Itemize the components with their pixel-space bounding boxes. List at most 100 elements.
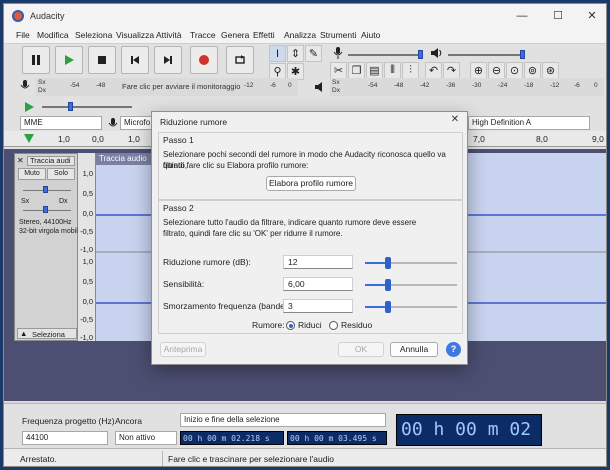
menu-file[interactable]: File bbox=[16, 30, 30, 40]
microphone-icon bbox=[333, 47, 343, 59]
play-speed-slider[interactable] bbox=[42, 106, 132, 108]
skip-end-button[interactable] bbox=[154, 46, 182, 74]
sensitivity-slider[interactable] bbox=[365, 279, 457, 291]
fit-selection-button[interactable]: ⊙ bbox=[506, 62, 523, 79]
meter-tick: -54 bbox=[70, 82, 80, 89]
menu-tracce[interactable]: Tracce bbox=[190, 30, 216, 40]
redo-button[interactable]: ↷ bbox=[443, 62, 460, 79]
reduce-radio[interactable] bbox=[286, 321, 295, 330]
menu-visualizza[interactable]: Visualizza bbox=[116, 30, 154, 40]
paste-button[interactable]: ▤ bbox=[366, 62, 383, 79]
cancel-button[interactable]: Annulla bbox=[390, 342, 438, 357]
residue-radio[interactable] bbox=[329, 321, 338, 330]
audio-position-display[interactable]: 00 h 00 m 02 s bbox=[396, 414, 542, 466]
record-meter[interactable]: Sx Dx -54 -48 Fare clic per avviare il m… bbox=[36, 78, 298, 96]
fit-project-icon: ⊚ bbox=[527, 65, 538, 77]
playback-volume-slider[interactable] bbox=[448, 54, 524, 56]
reduction-slider[interactable] bbox=[365, 257, 457, 269]
zoom-out-button[interactable]: ⊖ bbox=[488, 62, 505, 79]
menu-analizza[interactable]: Analizza bbox=[284, 30, 316, 40]
smoothing-input[interactable]: 3 bbox=[283, 299, 353, 313]
meter-tick: -12 bbox=[550, 82, 560, 89]
reduction-input[interactable]: 12 bbox=[283, 255, 353, 269]
clip-title[interactable]: Traccia audio bbox=[96, 153, 156, 165]
step2-group: Passo 2 Selezionare tutto l'audio da fil… bbox=[158, 200, 463, 334]
audio-host-select[interactable]: MME bbox=[20, 116, 102, 130]
vruler-label: 0,5 bbox=[82, 189, 93, 198]
sensitivity-input[interactable]: 6,00 bbox=[283, 277, 353, 291]
device-mic-icon bbox=[108, 118, 118, 127]
menu-attivita[interactable]: Attività bbox=[156, 30, 182, 40]
meter-tick: -42 bbox=[420, 82, 430, 89]
draw-tool[interactable]: ✎ bbox=[305, 45, 322, 62]
selection-tool[interactable]: I bbox=[269, 45, 286, 62]
preview-button[interactable]: Anteprima bbox=[160, 342, 206, 357]
menu-aiuto[interactable]: Aiuto bbox=[361, 30, 380, 40]
menu-seleziona[interactable]: Seleziona bbox=[75, 30, 112, 40]
meter-tick: -48 bbox=[394, 82, 404, 89]
play-at-speed-button[interactable] bbox=[20, 98, 37, 115]
dialog-close-button[interactable]: ✕ bbox=[447, 114, 463, 128]
meter-tick: 0 bbox=[288, 82, 292, 89]
meter-tick: -6 bbox=[270, 82, 276, 89]
track-pan-thumb[interactable] bbox=[43, 206, 48, 213]
sensitivity-slider-thumb[interactable] bbox=[385, 279, 391, 291]
collapse-arrow-icon: ▲ bbox=[20, 329, 28, 338]
menu-modifica[interactable]: Modifica bbox=[37, 30, 69, 40]
sensitivity-label: Sensibilità: bbox=[163, 279, 205, 289]
maximize-button[interactable]: ☐ bbox=[548, 8, 568, 24]
get-noise-profile-button[interactable]: Elabora profilo rumore bbox=[266, 176, 356, 191]
play-button[interactable] bbox=[55, 46, 83, 74]
copy-button[interactable]: ❐ bbox=[348, 62, 365, 79]
track-select-button[interactable]: ▲ Seleziona bbox=[17, 328, 77, 339]
selection-end-time[interactable]: 00 h 00 m 03.495 s bbox=[287, 431, 387, 445]
project-rate-select[interactable]: 44100 bbox=[22, 431, 108, 445]
cut-button[interactable]: ✂ bbox=[330, 62, 347, 79]
snap-select[interactable]: Non attivo bbox=[115, 431, 177, 445]
track-gain-thumb[interactable] bbox=[43, 186, 48, 193]
silence-button[interactable]: ⫶ bbox=[402, 62, 419, 79]
reduction-slider-thumb[interactable] bbox=[385, 257, 391, 269]
selection-mode-select[interactable]: Inizio e fine della selezione bbox=[180, 413, 386, 427]
stop-icon bbox=[98, 56, 106, 64]
skip-start-button[interactable] bbox=[121, 46, 149, 74]
record-volume-slider[interactable] bbox=[348, 54, 420, 56]
smoothing-slider-thumb[interactable] bbox=[385, 301, 391, 313]
playback-meter[interactable]: Sx Dx -54 -48 -42 -36 -30 -24 -18 -12 -6… bbox=[330, 78, 604, 96]
trim-button[interactable]: ⫴ bbox=[384, 62, 401, 79]
output-device-select[interactable]: High Definition A bbox=[468, 116, 590, 130]
vruler-label: -0,5 bbox=[80, 315, 93, 324]
noise-reduction-dialog: Riduzione rumore ✕ Passo 1 Selezionare p… bbox=[151, 111, 468, 365]
close-window-button[interactable]: ✕ bbox=[582, 8, 602, 24]
track-name-menu[interactable]: Traccia audi bbox=[27, 156, 75, 166]
smoothing-slider[interactable] bbox=[365, 301, 457, 313]
stop-button[interactable] bbox=[88, 46, 116, 74]
menu-strumenti[interactable]: Strumenti bbox=[320, 30, 356, 40]
record-volume-thumb[interactable] bbox=[418, 50, 423, 59]
playback-volume-thumb[interactable] bbox=[520, 50, 525, 59]
pause-button[interactable] bbox=[22, 46, 50, 74]
menu-genera[interactable]: Genera bbox=[221, 30, 249, 40]
mute-button[interactable]: Muto bbox=[18, 168, 46, 180]
record-button[interactable] bbox=[190, 46, 218, 74]
loop-button[interactable] bbox=[226, 46, 254, 74]
envelope-tool[interactable]: ⇕ bbox=[287, 45, 304, 62]
menu-bar: File Modifica Seleziona Visualizza Attiv… bbox=[4, 28, 606, 44]
menu-effetti[interactable]: Effetti bbox=[253, 30, 275, 40]
solo-button[interactable]: Solo bbox=[47, 168, 75, 180]
undo-button[interactable]: ↶ bbox=[425, 62, 442, 79]
ok-button[interactable]: OK bbox=[338, 342, 384, 357]
track-close-icon[interactable]: ✕ bbox=[17, 156, 26, 166]
selection-start-time[interactable]: 00 h 00 m 02.218 s bbox=[180, 431, 284, 445]
trim-icon: ⫴ bbox=[390, 64, 395, 76]
zoom-in-button[interactable]: ⊕ bbox=[470, 62, 487, 79]
vruler-label: 0,0 bbox=[82, 209, 93, 218]
fit-project-button[interactable]: ⊚ bbox=[524, 62, 541, 79]
residue-radio-label[interactable]: Residuo bbox=[341, 320, 372, 330]
minimize-button[interactable]: — bbox=[512, 8, 532, 24]
zoom-toggle-button[interactable]: ⊛ bbox=[542, 62, 559, 79]
help-button[interactable]: ? bbox=[446, 342, 461, 357]
reduce-radio-label[interactable]: Riduci bbox=[298, 320, 322, 330]
silence-icon: ⫶ bbox=[409, 64, 412, 76]
play-speed-thumb[interactable] bbox=[68, 102, 73, 111]
